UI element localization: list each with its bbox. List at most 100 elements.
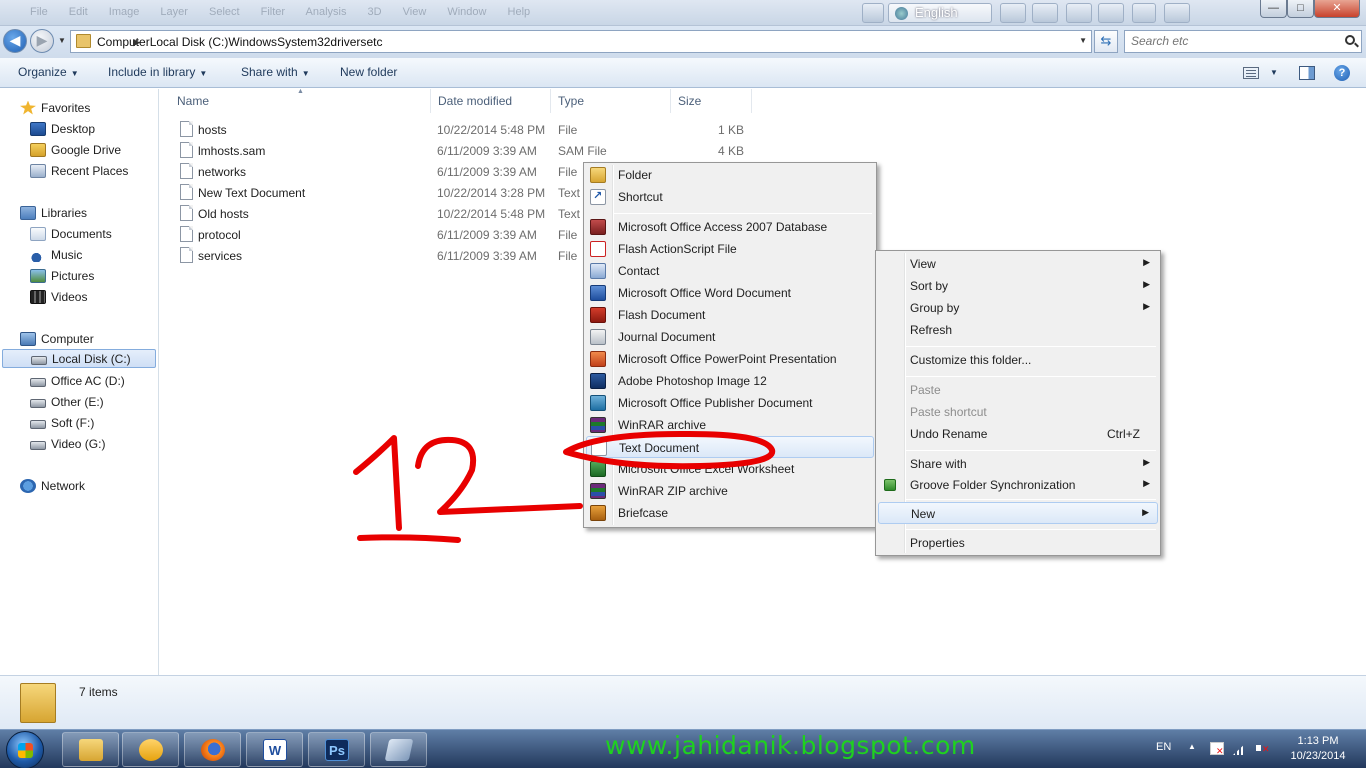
- breadcrumb-item[interactable]: Computer: [97, 35, 150, 49]
- system-clock[interactable]: 1:13 PM 10/23/2014: [1282, 734, 1354, 764]
- show-hidden-icons-icon[interactable]: ▲: [1188, 742, 1196, 751]
- start-button[interactable]: [6, 731, 44, 768]
- breadcrumb-item[interactable]: etc: [366, 35, 382, 49]
- taskbar-photoshop-button[interactable]: Ps: [308, 732, 365, 767]
- breadcrumb-separator[interactable]: ▶: [127, 35, 146, 47]
- address-bar[interactable]: ▶ Computer ▶ Local Disk (C:) ▶ Windows ▶ System…: [70, 30, 1092, 53]
- menu-item-new-journal-document[interactable]: Journal Document: [586, 326, 874, 348]
- menu-item-new-publisher-document[interactable]: Microsoft Office Publisher Document: [586, 392, 874, 414]
- menu-item-new-text-document[interactable]: Text Document: [586, 436, 874, 458]
- nav-pictures[interactable]: Pictures: [30, 266, 94, 285]
- nav-local-disk-c[interactable]: Local Disk (C:): [2, 349, 156, 368]
- menu-item-new-flash-actionscript[interactable]: Flash ActionScript File: [586, 238, 874, 260]
- close-icon[interactable]: [1164, 3, 1190, 23]
- volume-muted-icon[interactable]: [1256, 742, 1270, 755]
- notepad-icon: [384, 739, 414, 761]
- nav-libraries[interactable]: Libraries: [20, 203, 87, 222]
- pictures-icon: [30, 268, 46, 283]
- menu-item-group-by[interactable]: Group by ▶: [878, 297, 1158, 319]
- breadcrumb-item[interactable]: Windows: [228, 35, 277, 49]
- file-row[interactable]: lmhosts.sam 6/11/2009 3:39 AM SAM File 4 KB: [176, 140, 756, 161]
- chevron-down-icon[interactable]: ▼: [1270, 68, 1278, 77]
- menu-item-new[interactable]: New ▶: [878, 502, 1158, 524]
- breadcrumb-item[interactable]: Local Disk (C:): [150, 35, 229, 49]
- refresh-button[interactable]: ⇆: [1094, 30, 1118, 53]
- breadcrumb-item[interactable]: System32: [277, 35, 330, 49]
- nav-videos[interactable]: Videos: [30, 287, 87, 306]
- menu-item-sort-by[interactable]: Sort by ▶: [878, 275, 1158, 297]
- menu-item-new-folder[interactable]: Folder: [586, 164, 874, 186]
- new-folder-button[interactable]: New folder: [340, 65, 397, 79]
- menu-item-new-winrar-zip[interactable]: WinRAR ZIP archive: [586, 480, 874, 502]
- taskbar-outlook-button[interactable]: [122, 732, 179, 767]
- toolbar-icon[interactable]: [1000, 3, 1026, 23]
- include-in-library-button[interactable]: Include in library ▼: [108, 65, 207, 79]
- nav-google-drive[interactable]: Google Drive: [30, 140, 121, 159]
- column-header-date-modified[interactable]: Date modified: [432, 89, 551, 113]
- file-icon: [180, 247, 193, 263]
- menu-item-new-winrar-archive[interactable]: WinRAR archive: [586, 414, 874, 436]
- nav-other-e[interactable]: Other (E:): [30, 392, 104, 411]
- menu-item-properties[interactable]: Properties: [878, 532, 1158, 554]
- nav-network[interactable]: Network: [20, 476, 85, 495]
- menu-item-new-shortcut[interactable]: Shortcut: [586, 186, 874, 208]
- file-row[interactable]: hosts 10/22/2014 5:48 PM File 1 KB: [176, 119, 756, 140]
- nav-computer[interactable]: Computer: [20, 329, 94, 348]
- menu-item-new-excel-worksheet[interactable]: Microsoft Office Excel Worksheet: [586, 458, 874, 480]
- menu-item-undo-rename[interactable]: Undo Rename Ctrl+Z: [878, 423, 1158, 445]
- menu-item-new-word-document[interactable]: Microsoft Office Word Document: [586, 282, 874, 304]
- language-indicator[interactable]: EN: [1156, 741, 1171, 753]
- column-header-type[interactable]: Type: [552, 89, 671, 113]
- nav-favorites[interactable]: Favorites: [20, 98, 90, 117]
- address-dropdown-icon[interactable]: ▼: [1079, 36, 1087, 45]
- taskbar-firefox-button[interactable]: [184, 732, 241, 767]
- search-icon[interactable]: [1345, 35, 1355, 45]
- view-options-icon[interactable]: [1243, 67, 1259, 79]
- menu-item-groove-sync[interactable]: Groove Folder Synchronization ▶: [878, 474, 1158, 496]
- taskbar-word-button[interactable]: W: [246, 732, 303, 767]
- menu-item-view[interactable]: View ▶: [878, 253, 1158, 275]
- menu-item-share-with[interactable]: Share with ▶: [878, 453, 1158, 475]
- close-button[interactable]: ✕: [1314, 0, 1360, 18]
- network-icon[interactable]: [1098, 3, 1124, 23]
- menu-item-new-powerpoint[interactable]: Microsoft Office PowerPoint Presentation: [586, 348, 874, 370]
- nav-music[interactable]: Music: [30, 245, 82, 264]
- breadcrumb-item[interactable]: drivers: [330, 35, 366, 49]
- search-input[interactable]: [1131, 34, 1331, 48]
- nav-documents[interactable]: Documents: [30, 224, 112, 243]
- globe-icon[interactable]: [1066, 3, 1092, 23]
- mouse-icon[interactable]: [1032, 3, 1058, 23]
- preview-pane-icon[interactable]: [1299, 66, 1315, 80]
- minimize-button[interactable]: —: [1260, 0, 1287, 18]
- menu-item-new-access-database[interactable]: Microsoft Office Access 2007 Database: [586, 216, 874, 238]
- chevron-right-icon: ▶: [1142, 507, 1149, 517]
- menu-item-new-flash-document[interactable]: Flash Document: [586, 304, 874, 326]
- help-icon[interactable]: [1132, 3, 1156, 23]
- search-box[interactable]: [1124, 30, 1362, 53]
- taskbar-explorer-button[interactable]: [62, 732, 119, 767]
- menu-item-new-briefcase[interactable]: Briefcase: [586, 502, 874, 524]
- network-signal-icon[interactable]: [1233, 742, 1247, 755]
- nav-soft-f[interactable]: Soft (F:): [30, 413, 94, 432]
- menu-item-refresh[interactable]: Refresh: [878, 319, 1158, 341]
- menu-item-new-photoshop-image[interactable]: Adobe Photoshop Image 12: [586, 370, 874, 392]
- share-with-button[interactable]: Share with ▼: [241, 65, 310, 79]
- nav-desktop[interactable]: Desktop: [30, 119, 95, 138]
- action-center-flag-icon[interactable]: [1210, 742, 1224, 757]
- menu-item-new-contact[interactable]: Contact: [586, 260, 874, 282]
- tool-icon[interactable]: [862, 3, 884, 23]
- column-header-size[interactable]: Size: [672, 89, 752, 113]
- organize-button[interactable]: Organize ▼: [18, 65, 79, 79]
- nav-office-ac-d[interactable]: Office AC (D:): [30, 371, 125, 390]
- maximize-button[interactable]: □: [1287, 0, 1314, 18]
- menu-item-customize-folder[interactable]: Customize this folder...: [878, 349, 1158, 371]
- help-icon[interactable]: ?: [1334, 65, 1350, 81]
- recent-pages-dropdown[interactable]: ▼: [58, 36, 66, 45]
- forward-button[interactable]: ▶: [30, 29, 54, 53]
- back-button[interactable]: ◀: [3, 29, 27, 53]
- winrar-icon: [590, 483, 606, 499]
- language-selector[interactable]: English: [888, 3, 992, 23]
- nav-video-g[interactable]: Video (G:): [30, 434, 105, 453]
- taskbar-notepad-button[interactable]: [370, 732, 427, 767]
- nav-recent-places[interactable]: Recent Places: [30, 161, 128, 180]
